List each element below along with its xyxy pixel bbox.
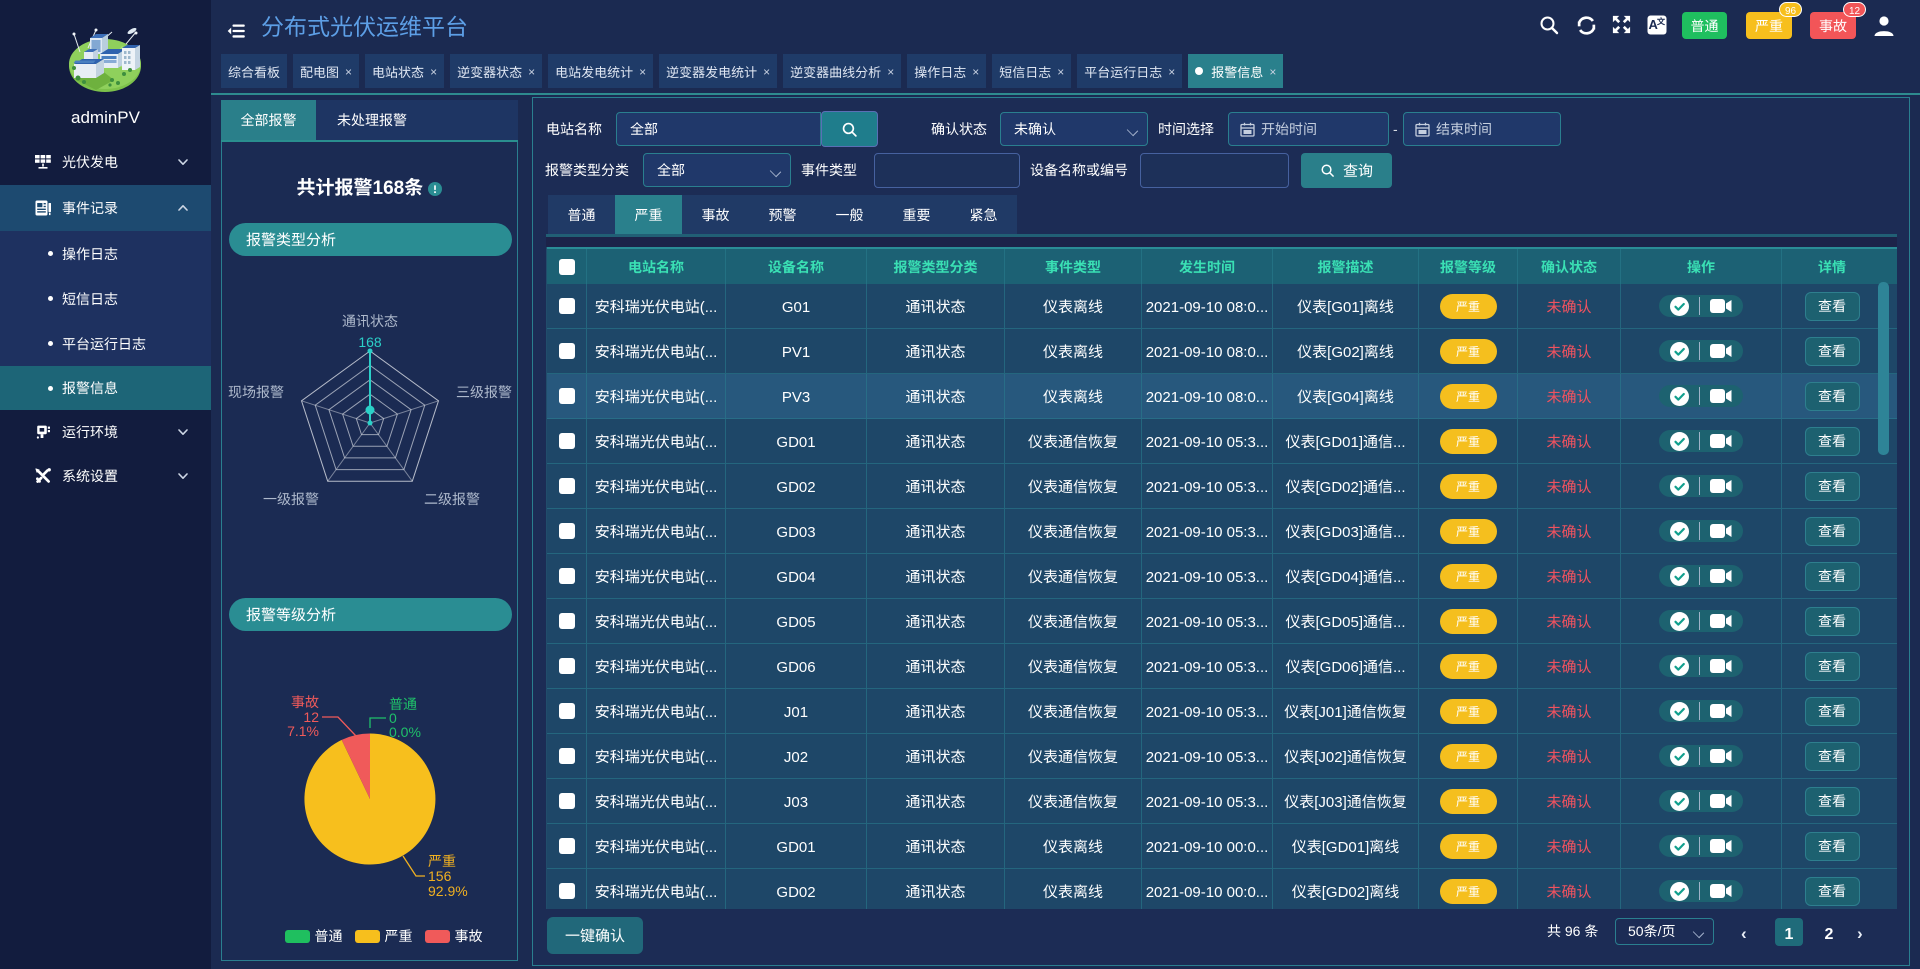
svg-text:通讯状态: 通讯状态	[342, 311, 398, 331]
svg-text:7.1%: 7.1%	[287, 721, 319, 741]
svg-text:文: 文	[1657, 16, 1666, 28]
svg-text:三级报警: 三级报警	[456, 382, 512, 402]
svg-text:168: 168	[358, 332, 382, 352]
svg-text:二级报警: 二级报警	[424, 489, 480, 509]
svg-text:92.9%: 92.9%	[428, 881, 468, 901]
svg-text:一级报警: 一级报警	[263, 489, 319, 509]
svg-text:0.0%: 0.0%	[389, 722, 421, 742]
svg-text:现场报警: 现场报警	[228, 382, 284, 402]
